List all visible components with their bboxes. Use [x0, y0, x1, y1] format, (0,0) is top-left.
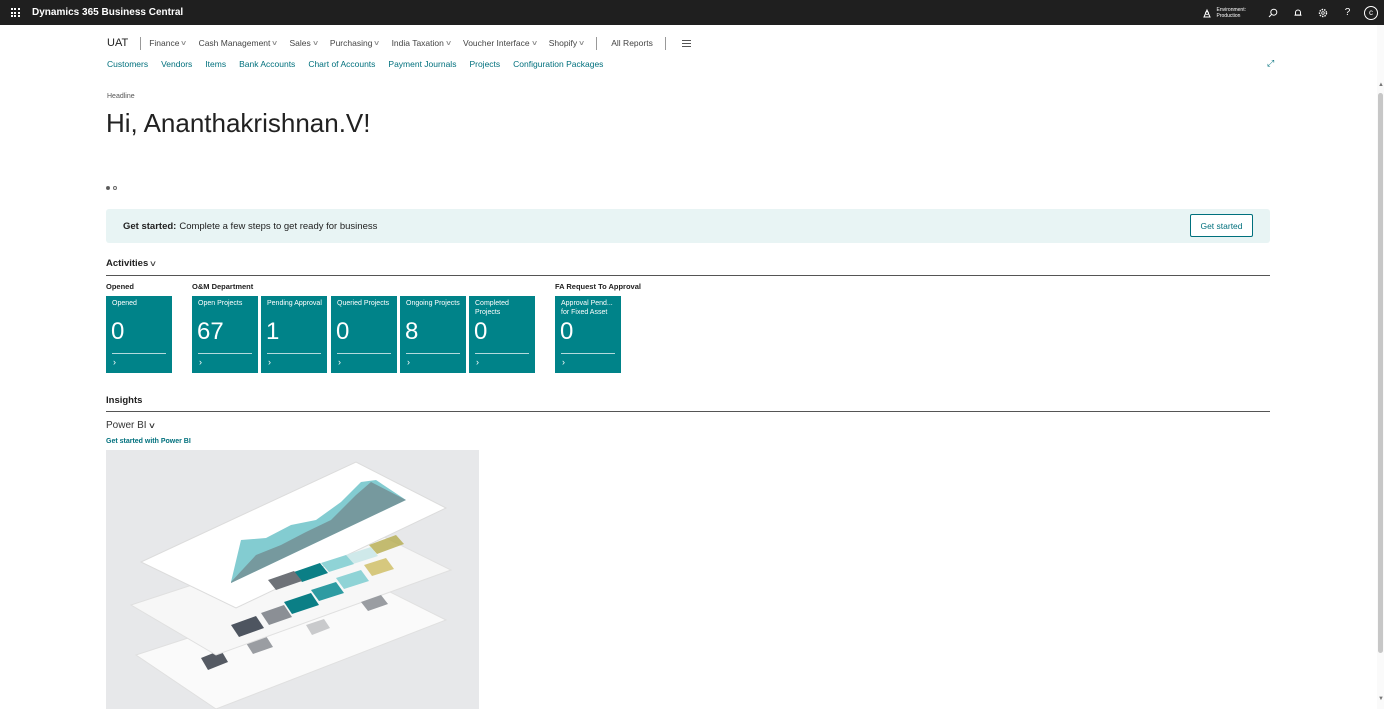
- nav-menu-cash-management[interactable]: Cash Management ∨: [199, 38, 279, 48]
- quick-link-payment-journals[interactable]: Payment Journals: [388, 59, 456, 69]
- chevron-right-icon: ›: [476, 357, 479, 367]
- tile-label: Completed Projects: [475, 300, 509, 316]
- chevron-down-icon: ∨: [271, 40, 279, 47]
- cue-tile-open-projects[interactable]: Open Projects 67 ›: [192, 296, 258, 373]
- activities-title: Activities: [106, 258, 149, 269]
- get-started-button[interactable]: Get started: [1190, 214, 1253, 237]
- tile-label: Queried Projects: [337, 300, 390, 307]
- power-bi-illustration[interactable]: [106, 450, 479, 709]
- cue-tile-completed-projects[interactable]: Completed Projects 0 ›: [469, 296, 535, 373]
- scroll-down-icon[interactable]: ▼: [1378, 696, 1384, 702]
- tile-label: Pending Approval: [267, 300, 322, 307]
- pager-dot[interactable]: [113, 186, 117, 190]
- get-started-power-bi-link[interactable]: Get started with Power BI: [106, 438, 191, 445]
- environment-value: Production: [1216, 12, 1241, 19]
- cue-tile-pending-approval[interactable]: Pending Approval 1 ›: [261, 296, 327, 373]
- power-bi-header[interactable]: Power BI ∨: [106, 420, 156, 431]
- tile-value: 0: [474, 318, 488, 345]
- tile-label: Opened: [112, 300, 137, 307]
- insights-title: Insights: [106, 395, 143, 406]
- app-title[interactable]: Dynamics 365 Business Central: [32, 7, 183, 18]
- divider: [106, 411, 1270, 412]
- cue-tile-queried-projects[interactable]: Queried Projects 0 ›: [331, 296, 397, 373]
- tile-value: 0: [336, 318, 350, 345]
- chevron-down-icon: ∨: [149, 259, 158, 268]
- nav-divider: [596, 36, 598, 50]
- group-title-opened: Opened: [106, 282, 134, 291]
- environment-indicator[interactable]: Environment: Production: [1202, 7, 1246, 19]
- quick-link-items[interactable]: Items: [205, 59, 226, 69]
- quick-link-vendors[interactable]: Vendors: [161, 59, 192, 69]
- tile-value: 1: [266, 318, 280, 345]
- expand-icon[interactable]: ⤢: [1267, 58, 1274, 69]
- tile-label: Ongoing Projects: [406, 300, 460, 307]
- tile-value: 67: [197, 318, 224, 345]
- help-icon[interactable]: ?: [1335, 0, 1360, 25]
- chevron-down-icon: ∨: [530, 40, 538, 47]
- chevron-right-icon: ›: [407, 357, 410, 367]
- pager-dot-active[interactable]: [106, 186, 110, 190]
- activities-header[interactable]: Activities ∨: [106, 258, 158, 269]
- app-launcher-icon[interactable]: [0, 0, 30, 25]
- tile-label: Approval Pend... for Fixed Asset: [561, 300, 613, 316]
- chevron-down-icon: ∨: [578, 40, 586, 47]
- tile-value: 8: [405, 318, 419, 345]
- banner-text: Complete a few steps to get ready for bu…: [179, 220, 378, 232]
- quick-link-bank-accounts[interactable]: Bank Accounts: [239, 59, 295, 69]
- scroll-up-icon[interactable]: ▲: [1378, 82, 1384, 88]
- chevron-right-icon: ›: [268, 357, 271, 367]
- company-name[interactable]: UAT: [107, 37, 128, 49]
- cue-tile-ongoing-projects[interactable]: Ongoing Projects 8 ›: [400, 296, 466, 373]
- navigation-bar: UAT Finance ∨ Cash Management ∨ Sales ∨ Pur…: [107, 35, 691, 51]
- quick-link-projects[interactable]: Projects: [469, 59, 500, 69]
- get-started-banner: Get started: Complete a few steps to get…: [106, 209, 1270, 243]
- bell-icon[interactable]: [1285, 0, 1310, 25]
- power-bi-title: Power BI: [106, 420, 147, 431]
- divider: [106, 275, 1270, 276]
- nav-menu-shopify[interactable]: Shopify ∨: [549, 38, 586, 48]
- nav-divider: [140, 36, 142, 50]
- scroll-thumb[interactable]: [1378, 93, 1383, 653]
- settings-icon[interactable]: [1310, 0, 1335, 25]
- search-icon[interactable]: [1260, 0, 1285, 25]
- user-avatar[interactable]: c: [1364, 5, 1378, 20]
- greeting-headline: Hi, Ananthakrishnan.V!: [106, 108, 371, 138]
- chevron-down-icon: ∨: [373, 40, 381, 47]
- quick-links: Customers Vendors Items Bank Accounts Ch…: [107, 59, 616, 69]
- headline-label: Headline: [107, 93, 135, 100]
- chevron-right-icon: ›: [113, 357, 116, 367]
- nav-menu-sales[interactable]: Sales ∨: [290, 38, 319, 48]
- chevron-right-icon: ›: [199, 357, 202, 367]
- tile-value: 0: [560, 318, 574, 345]
- nav-menu-finance[interactable]: Finance ∨: [149, 38, 188, 48]
- top-bar: Dynamics 365 Business Central Environmen…: [0, 0, 1384, 25]
- cue-tile-opened[interactable]: Opened 0 ›: [106, 296, 172, 373]
- more-menu-icon[interactable]: [681, 39, 691, 47]
- nav-divider: [664, 36, 666, 50]
- environment-label: Environment:: [1216, 6, 1246, 13]
- chevron-down-icon: ∨: [147, 421, 156, 430]
- chevron-down-icon: ∨: [180, 40, 188, 47]
- nav-menu-voucher-interface[interactable]: Voucher Interface ∨: [463, 38, 538, 48]
- quick-link-configuration-packages[interactable]: Configuration Packages: [513, 59, 603, 69]
- chevron-right-icon: ›: [562, 357, 565, 367]
- headline-pager[interactable]: [106, 186, 117, 190]
- quick-link-customers[interactable]: Customers: [107, 59, 148, 69]
- nav-menu-india-taxation[interactable]: India Taxation ∨: [392, 38, 453, 48]
- chevron-right-icon: ›: [338, 357, 341, 367]
- tile-value: 0: [111, 318, 125, 345]
- environment-icon: [1202, 8, 1211, 17]
- quick-link-chart-of-accounts[interactable]: Chart of Accounts: [308, 59, 375, 69]
- insights-header[interactable]: Insights: [106, 395, 142, 406]
- page-scrollbar[interactable]: ▲ ▼: [1377, 25, 1384, 709]
- chevron-down-icon: ∨: [444, 40, 453, 47]
- group-title-fa-request: FA Request To Approval: [555, 282, 641, 291]
- all-reports-link[interactable]: All Reports: [611, 38, 653, 48]
- banner-title: Get started:: [123, 220, 177, 232]
- chevron-down-icon: ∨: [311, 40, 319, 47]
- nav-menu-purchasing[interactable]: Purchasing ∨: [330, 38, 381, 48]
- group-title-om-department: O&M Department: [192, 282, 254, 291]
- tile-label: Open Projects: [198, 300, 243, 307]
- cue-tile-approval-pending-fixed-asset[interactable]: Approval Pend... for Fixed Asset 0 ›: [555, 296, 621, 373]
